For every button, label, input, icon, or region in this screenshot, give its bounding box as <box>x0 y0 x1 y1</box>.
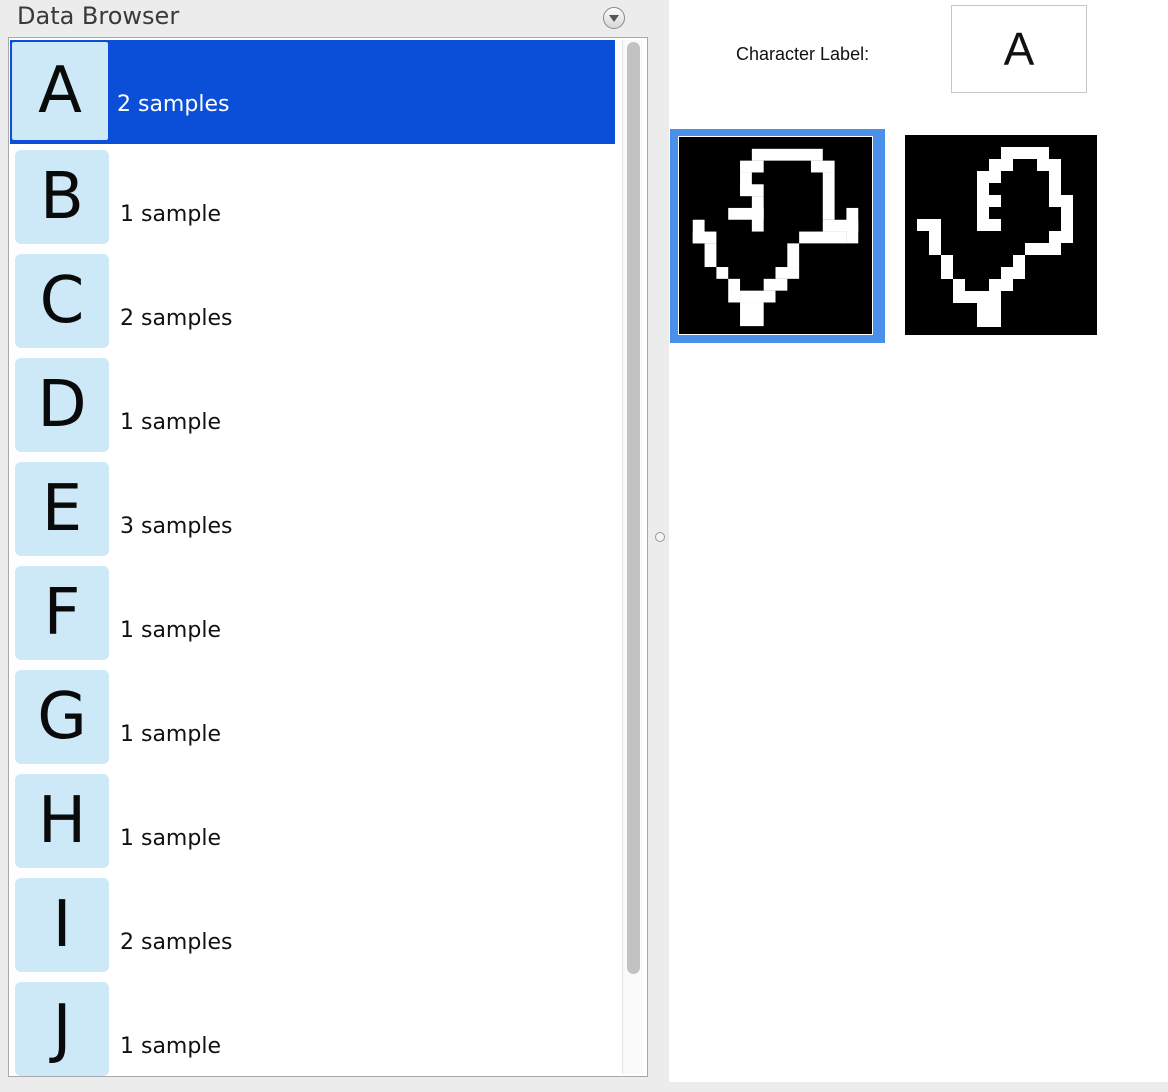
split-pane-divider[interactable] <box>650 0 669 1092</box>
list-item-c[interactable]: C 2 samples <box>10 248 615 352</box>
character-tile: F <box>15 566 109 660</box>
list-item-b[interactable]: B 1 sample <box>10 144 615 248</box>
sample-count: 1 sample <box>120 410 221 435</box>
sample-count: 1 sample <box>120 826 221 851</box>
list-item-g[interactable]: G 1 sample <box>10 664 615 768</box>
sample-count: 2 samples <box>117 92 230 117</box>
sample-count: 1 sample <box>120 1034 221 1059</box>
sample-count: 1 sample <box>120 618 221 643</box>
list-item-i[interactable]: I 2 samples <box>10 872 615 976</box>
character-label-field[interactable]: A <box>951 5 1087 93</box>
list-item-a[interactable]: A 2 samples <box>10 40 615 144</box>
handwritten-sample-image <box>692 148 859 327</box>
vertical-scrollbar[interactable] <box>622 40 643 1074</box>
handwritten-sample-image <box>917 147 1073 327</box>
character-tile: I <box>15 878 109 972</box>
list-item-j[interactable]: J 1 sample <box>10 976 615 1076</box>
sample-count: 3 samples <box>120 514 233 539</box>
character-list: A 2 samples B 1 sample C 2 samples D 1 s… <box>10 40 615 1076</box>
sample-count: 1 sample <box>120 722 221 747</box>
character-tile: G <box>15 670 109 764</box>
panel-title: Data Browser <box>17 2 180 30</box>
sample-count: 2 samples <box>120 930 233 955</box>
character-tile: J <box>15 982 109 1076</box>
scrollbar-thumb[interactable] <box>627 42 640 974</box>
character-tile: C <box>15 254 109 348</box>
list-item-f[interactable]: F 1 sample <box>10 560 615 664</box>
character-tile: H <box>15 774 109 868</box>
character-tile: E <box>15 462 109 556</box>
character-tile: A <box>12 42 108 140</box>
sample-count: 1 sample <box>120 202 221 227</box>
character-label-caption: Character Label: <box>736 44 870 64</box>
detail-panel: Character Label: A <box>669 0 1168 1082</box>
sample-image <box>678 136 873 335</box>
character-tile: B <box>15 150 109 244</box>
sample-thumbnail[interactable] <box>670 129 885 343</box>
list-item-h[interactable]: H 1 sample <box>10 768 615 872</box>
sample-thumbnail[interactable] <box>905 135 1097 335</box>
list-item-d[interactable]: D 1 sample <box>10 352 615 456</box>
character-list-frame: A 2 samples B 1 sample C 2 samples D 1 s… <box>8 37 648 1077</box>
divider-handle-icon[interactable] <box>655 532 665 542</box>
dropdown-circle-icon[interactable] <box>603 7 625 29</box>
list-item-e[interactable]: E 3 samples <box>10 456 615 560</box>
sample-count: 2 samples <box>120 306 233 331</box>
character-tile: D <box>15 358 109 452</box>
data-browser-panel: Data Browser A 2 samples B 1 sample C 2 … <box>0 0 650 1092</box>
